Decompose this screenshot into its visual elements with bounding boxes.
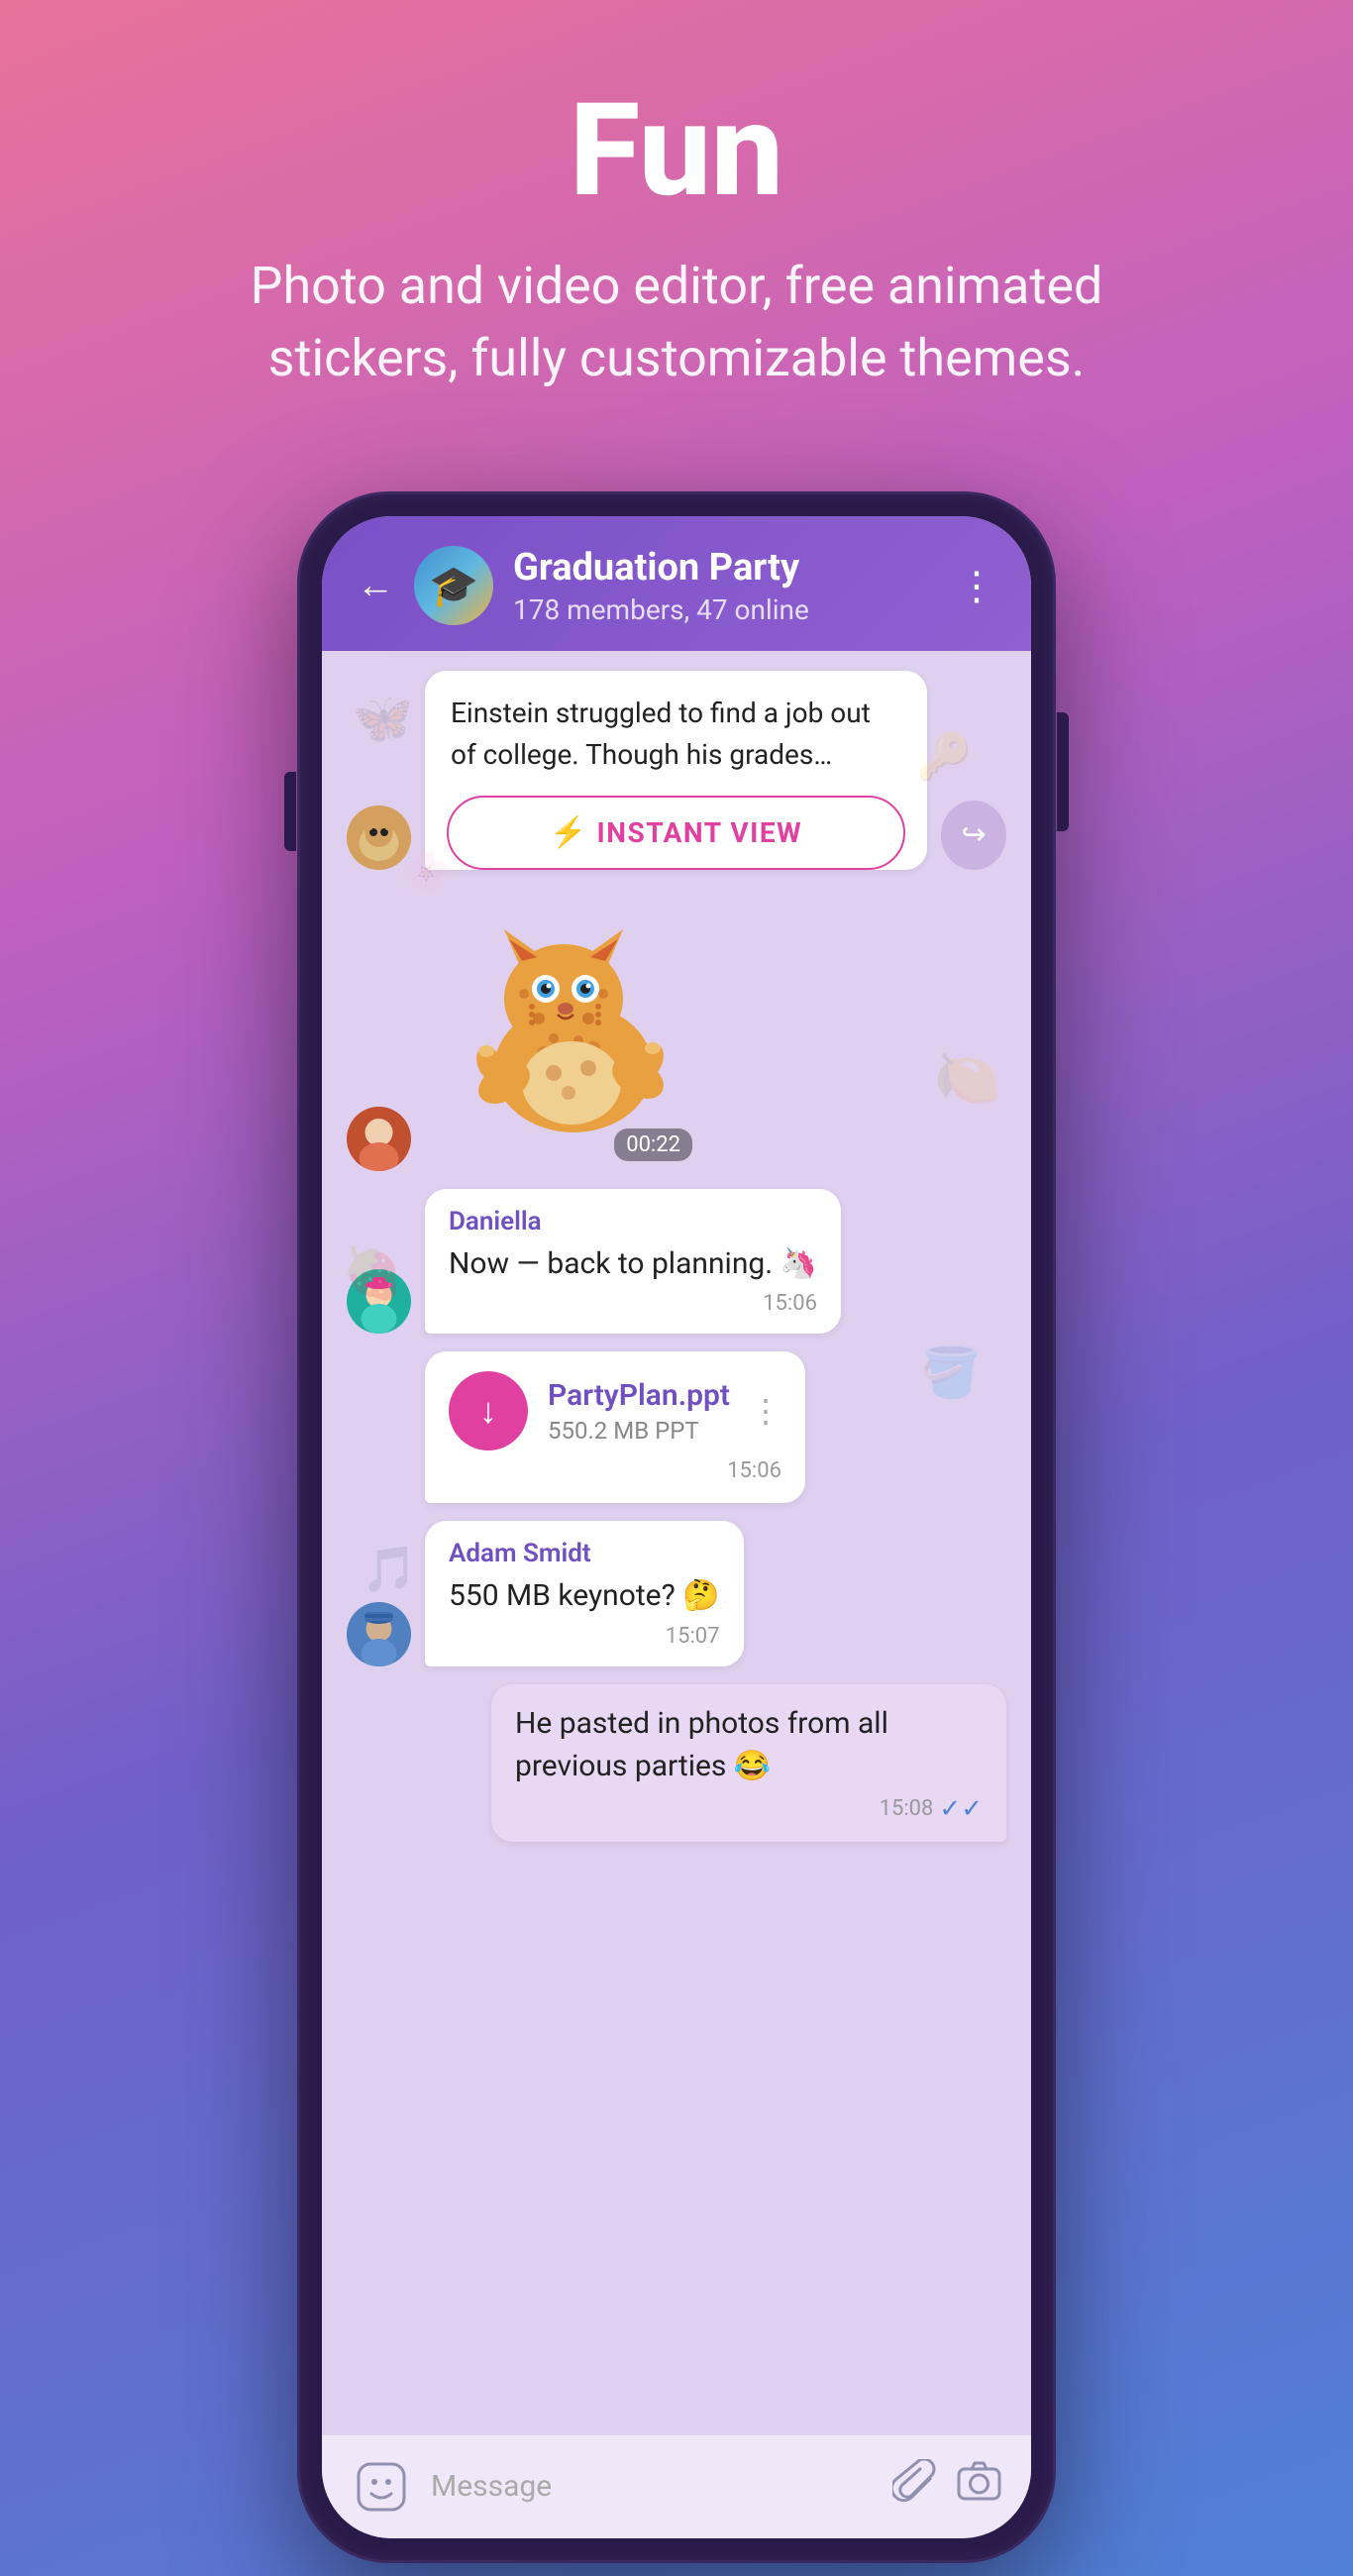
share-button[interactable]: ↪ bbox=[941, 801, 1006, 870]
back-arrow-icon[interactable]: ← bbox=[357, 564, 394, 607]
read-ticks-icon: ✓✓ bbox=[939, 1794, 983, 1824]
adam-time: 15:07 bbox=[449, 1624, 720, 1649]
cheetah-sticker bbox=[425, 890, 702, 1167]
own-text: He pasted in photos from all previous pa… bbox=[515, 1702, 983, 1788]
file-time: 15:06 bbox=[449, 1458, 781, 1483]
chat-info: Graduation Party 178 members, 47 online bbox=[513, 546, 937, 626]
adam-bubble: Adam Smidt 550 MB keynote? 🤔 15:07 bbox=[425, 1521, 744, 1666]
article-bubble: Einstein struggled to find a job out of … bbox=[425, 671, 927, 870]
chat-name: Graduation Party bbox=[513, 546, 937, 590]
adam-message-row: Adam Smidt 550 MB keynote? 🤔 15:07 bbox=[347, 1521, 1006, 1666]
phone-wrapper: ← 🎓 Graduation Party 178 members, 47 onl… bbox=[300, 494, 1053, 2576]
chat-avatar: 🎓 bbox=[414, 546, 493, 625]
camera-button[interactable] bbox=[957, 2459, 1001, 2514]
chat-body: 🦋 🔑 🌸 🍋 🍓 🪣 🎵 ⭐ bbox=[322, 651, 1031, 2434]
phone-screen: ← 🎓 Graduation Party 178 members, 47 onl… bbox=[322, 516, 1031, 2538]
message-input[interactable]: Message bbox=[431, 2459, 873, 2514]
file-menu-icon[interactable]: ⋮ bbox=[750, 1392, 781, 1430]
daniella-bubble: Daniella Now — back to planning. 🦄 15:06 bbox=[425, 1189, 841, 1335]
sticker-message-row: 00:22 bbox=[347, 890, 1006, 1171]
hero-subtitle: Photo and video editor, free animated st… bbox=[201, 251, 1152, 395]
article-message-row: Einstein struggled to find a job out of … bbox=[347, 671, 1006, 870]
daniella-time: 15:06 bbox=[449, 1291, 817, 1316]
daniella-text: Now — back to planning. 🦄 bbox=[449, 1242, 817, 1286]
paperclip-icon bbox=[892, 2459, 937, 2504]
msg-avatar-person1 bbox=[347, 1107, 411, 1171]
hero-title: Fun bbox=[40, 79, 1313, 221]
adam-sender: Adam Smidt bbox=[449, 1539, 720, 1568]
camera-icon bbox=[957, 2459, 1001, 2504]
lightning-icon: ⚡ bbox=[550, 815, 586, 850]
file-message-row: ↓ PartyPlan.ppt 550.2 MB PPT ⋮ 15:06 bbox=[347, 1351, 1006, 1503]
msg-avatar-person2 bbox=[347, 1269, 411, 1334]
msg-avatar-cat bbox=[347, 805, 411, 870]
chat-header: ← 🎓 Graduation Party 178 members, 47 onl… bbox=[322, 516, 1031, 651]
sticker-container: 00:22 bbox=[425, 890, 702, 1171]
file-row: ↓ PartyPlan.ppt 550.2 MB PPT ⋮ bbox=[449, 1371, 781, 1450]
phone-outer: ← 🎓 Graduation Party 178 members, 47 onl… bbox=[300, 494, 1053, 2560]
file-size: 550.2 MB PPT bbox=[548, 1417, 730, 1445]
daniella-sender: Daniella bbox=[449, 1207, 817, 1236]
file-bubble: ↓ PartyPlan.ppt 550.2 MB PPT ⋮ 15:06 bbox=[425, 1351, 805, 1503]
file-info: PartyPlan.ppt 550.2 MB PPT bbox=[548, 1378, 730, 1445]
chat-menu-icon[interactable]: ⋮ bbox=[957, 563, 996, 609]
chat-members: 178 members, 47 online bbox=[513, 593, 937, 626]
file-name: PartyPlan.ppt bbox=[548, 1378, 730, 1413]
adam-text: 550 MB keynote? 🤔 bbox=[449, 1574, 720, 1618]
chat-bottom-bar: Message bbox=[322, 2434, 1031, 2538]
attachment-button[interactable] bbox=[892, 2459, 937, 2514]
own-time-value: 15:08 bbox=[880, 1796, 934, 1821]
msg-avatar-person3 bbox=[347, 1602, 411, 1666]
own-bubble: He pasted in photos from all previous pa… bbox=[491, 1684, 1006, 1842]
own-time: 15:08 ✓✓ bbox=[515, 1794, 983, 1824]
download-arrow-icon: ↓ bbox=[479, 1390, 497, 1432]
sticker-picker-button[interactable] bbox=[352, 2457, 411, 2517]
daniella-message-row: Daniella Now — back to planning. 🦄 15:06 bbox=[347, 1189, 1006, 1335]
own-message-row: He pasted in photos from all previous pa… bbox=[347, 1684, 1006, 1842]
sticker-time: 00:22 bbox=[614, 1128, 692, 1161]
file-download-icon[interactable]: ↓ bbox=[449, 1371, 528, 1450]
chat-avatar-image: 🎓 bbox=[414, 546, 493, 625]
sticker-picker-icon bbox=[357, 2462, 406, 2512]
instant-view-button[interactable]: ⚡ INSTANT VIEW bbox=[447, 796, 905, 870]
hero-section: Fun Photo and video editor, free animate… bbox=[0, 0, 1353, 435]
article-text: Einstein struggled to find a job out of … bbox=[451, 693, 901, 776]
instant-view-label: INSTANT VIEW bbox=[597, 816, 803, 849]
